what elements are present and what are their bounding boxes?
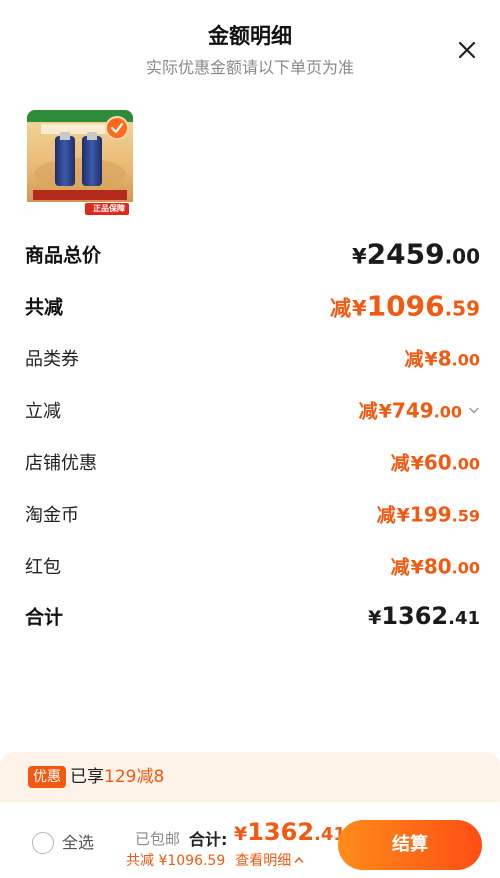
row-red-envelope: 红包 减 ¥ 80 .00 <box>25 548 480 584</box>
select-all-radio[interactable] <box>32 832 54 854</box>
row-grand-total: 合计 ¥ 1362 .41 <box>25 598 480 634</box>
checkout-bar: 全选 已包邮 合计: ¥ 1362 .41 共减 ¥1096.59 查看明细 结… <box>0 802 500 878</box>
promo-prefix: 已享 <box>70 767 104 787</box>
currency-symbol: ¥ <box>396 504 410 527</box>
row-label: 合计 <box>25 606 64 629</box>
amount-decimal: .59 <box>451 506 480 526</box>
promo-strip: 优惠 已享129减8 <box>0 752 500 802</box>
detail-header: 金额明细 实际优惠金额请以下单页为准 <box>0 0 500 90</box>
amount-integer: 2459 <box>366 237 445 271</box>
amount-integer: 80 <box>423 554 452 579</box>
amount-integer: 199 <box>409 502 452 527</box>
row-label: 商品总价 <box>25 244 102 267</box>
row-value: 减 ¥ 60 .00 <box>391 449 480 476</box>
row-label: 立减 <box>25 401 61 422</box>
amount-integer: 1362 <box>381 602 449 630</box>
select-all-label[interactable]: 全选 <box>62 832 94 854</box>
chevron-down-icon[interactable] <box>468 404 480 416</box>
amount-decimal: .00 <box>444 244 480 269</box>
view-details-link[interactable]: 查看明细 <box>235 850 291 870</box>
promo-highlight: 129减8 <box>104 767 165 787</box>
promo-text: 已享129减8 <box>70 766 164 788</box>
selected-check-icon[interactable] <box>105 116 129 140</box>
reduce-prefix: 减 <box>376 504 396 527</box>
currency-symbol: ¥ <box>368 607 382 629</box>
reduce-summary-text: 共减 ¥1096.59 <box>126 853 226 869</box>
currency-symbol: ¥ <box>352 296 367 321</box>
total-amount: ¥ 1362 .41 <box>234 818 346 846</box>
currency-symbol: ¥ <box>410 556 424 579</box>
amount-integer: 1362 <box>247 818 315 846</box>
checkout-button[interactable]: 结算 <box>338 820 482 870</box>
row-category-coupon: 品类券 减 ¥ 8 .00 <box>25 340 480 376</box>
page-title: 金额明细 <box>208 24 292 48</box>
row-label: 红包 <box>25 557 61 578</box>
amount-decimal: .00 <box>433 402 462 422</box>
shipping-label: 已包邮 <box>135 830 181 848</box>
currency-symbol: ¥ <box>234 823 248 845</box>
chevron-up-icon[interactable] <box>294 855 304 865</box>
amount-decimal: .00 <box>451 350 480 370</box>
row-label: 品类券 <box>25 349 79 370</box>
amount-decimal: .59 <box>444 296 480 321</box>
promo-badge: 优惠 <box>28 766 66 788</box>
amount-decimal: .00 <box>451 558 480 578</box>
total-label: 合计: <box>189 830 228 849</box>
row-value: ¥ 2459 .00 <box>351 238 480 271</box>
reduce-prefix: 减 <box>404 348 424 371</box>
currency-symbol: ¥ <box>424 348 438 371</box>
product-thumbnail[interactable]: 正品保障 <box>27 110 133 216</box>
reduce-prefix: 减 <box>390 452 410 475</box>
currency-symbol: ¥ <box>352 244 367 269</box>
row-taojinbi: 淘金币 减 ¥ 199 .59 <box>25 496 480 532</box>
reduce-prefix: 减 <box>358 400 378 423</box>
close-icon[interactable] <box>455 38 479 62</box>
reduce-prefix: 减 <box>390 556 410 579</box>
row-value: 减 ¥ 749 .00 <box>359 397 480 424</box>
amount-decimal: .41 <box>448 608 480 629</box>
currency-symbol: ¥ <box>378 400 392 423</box>
product-image-caption: 正品保障 <box>93 204 125 213</box>
row-goods-total: 商品总价 ¥ 2459 .00 <box>25 236 480 272</box>
amount-integer: 8 <box>437 346 452 371</box>
amount-integer: 1096 <box>366 289 445 323</box>
row-store-discount: 店铺优惠 减 ¥ 60 .00 <box>25 444 480 480</box>
row-value: 减 ¥ 80 .00 <box>391 553 480 580</box>
row-total-discount: 共减 减 ¥ 1096 .59 <box>25 288 480 324</box>
row-label: 店铺优惠 <box>25 453 97 474</box>
row-instant-discount[interactable]: 立减 减 ¥ 749 .00 <box>25 392 480 428</box>
amount-integer: 60 <box>423 450 452 475</box>
row-label: 淘金币 <box>25 505 79 526</box>
row-value: 减 ¥ 1096 .59 <box>330 290 480 323</box>
row-value: 减 ¥ 199 .59 <box>377 501 480 528</box>
row-label: 共减 <box>25 296 64 319</box>
reduce-prefix: 减 <box>330 296 351 321</box>
amount-integer: 749 <box>391 398 434 423</box>
amount-decimal: .00 <box>451 454 480 474</box>
reduce-summary: 共减 ¥1096.59 查看明细 <box>126 850 304 870</box>
row-value: ¥ 1362 .41 <box>367 602 480 630</box>
row-value: 减 ¥ 8 .00 <box>404 345 480 372</box>
currency-symbol: ¥ <box>410 452 424 475</box>
page-subtitle: 实际优惠金额请以下单页为准 <box>145 58 354 77</box>
